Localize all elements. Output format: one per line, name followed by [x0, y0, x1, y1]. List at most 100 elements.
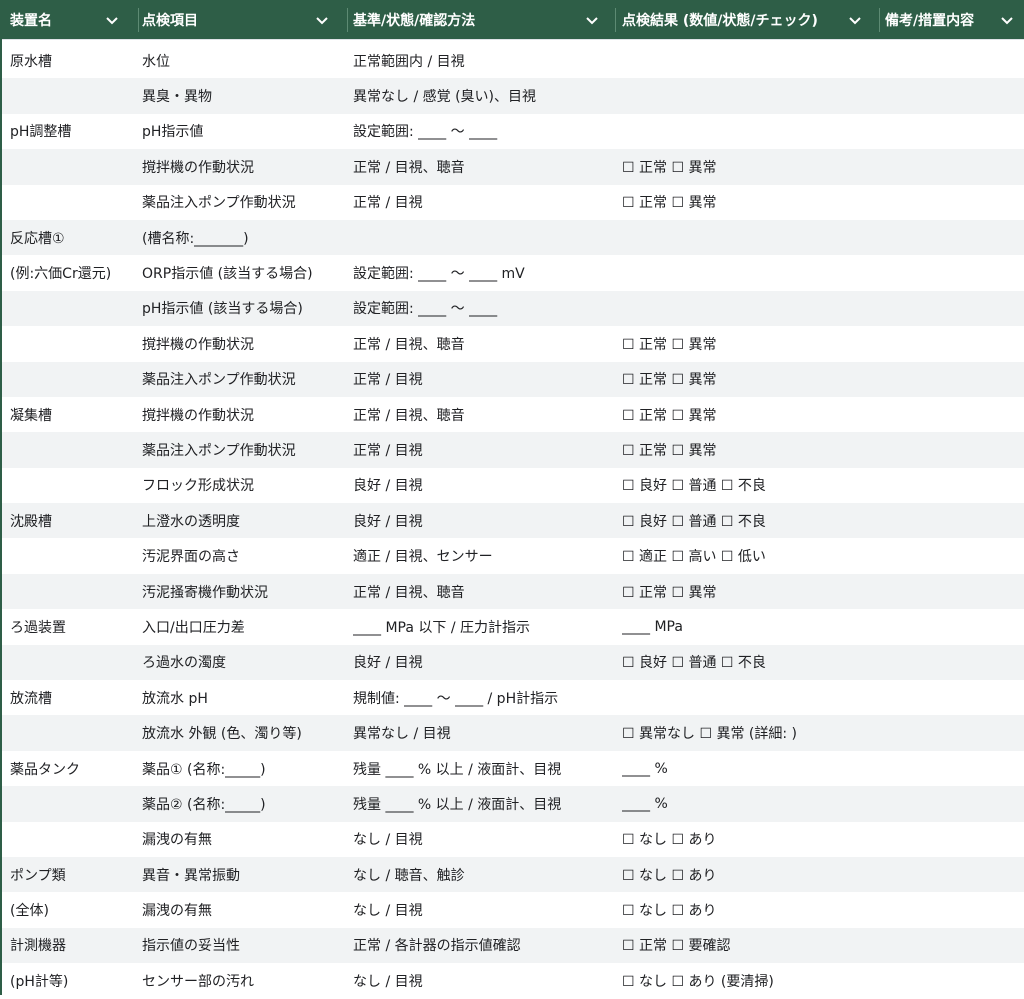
- criteria-cell[interactable]: 異常なし / 感覚 (臭い)、目視: [353, 78, 615, 113]
- column-header-notes[interactable]: 備考/措置内容: [885, 0, 1024, 40]
- inspection-item-cell[interactable]: 漏洩の有無: [142, 822, 347, 857]
- inspection-item-cell[interactable]: 異音・異常振動: [142, 857, 347, 892]
- criteria-cell[interactable]: 残量 ____ % 以上 / 液面計、目視: [353, 751, 615, 786]
- inspection-item-cell[interactable]: 薬品注入ポンプ作動状況: [142, 185, 347, 220]
- chevron-down-icon[interactable]: [999, 12, 1015, 28]
- inspection-item-cell[interactable]: 放流水 pH: [142, 680, 347, 715]
- device-name-cell[interactable]: [10, 538, 135, 573]
- criteria-cell[interactable]: 設定範囲: ____ 〜 ____ mV: [353, 255, 615, 290]
- notes-cell[interactable]: [885, 432, 1024, 467]
- inspection-item-cell[interactable]: 放流水 外観 (色、濁り等): [142, 715, 347, 750]
- result-cell[interactable]: ☐ なし ☐ あり: [622, 857, 874, 892]
- column-divider[interactable]: [138, 8, 139, 32]
- device-name-cell[interactable]: pH調整槽: [10, 114, 135, 149]
- criteria-cell[interactable]: 良好 / 目視: [353, 645, 615, 680]
- notes-cell[interactable]: [885, 362, 1024, 397]
- device-name-cell[interactable]: ポンプ類: [10, 857, 135, 892]
- column-divider[interactable]: [879, 8, 880, 32]
- notes-cell[interactable]: [885, 291, 1024, 326]
- result-cell[interactable]: ☐ なし ☐ あり: [622, 892, 874, 927]
- criteria-cell[interactable]: 適正 / 目視、センサー: [353, 538, 615, 573]
- criteria-cell[interactable]: 規制値: ____ 〜 ____ / pH計指示: [353, 680, 615, 715]
- device-name-cell[interactable]: [10, 715, 135, 750]
- device-name-cell[interactable]: [10, 185, 135, 220]
- notes-cell[interactable]: [885, 751, 1024, 786]
- chevron-down-icon[interactable]: [847, 12, 863, 28]
- device-name-cell[interactable]: ろ過装置: [10, 609, 135, 644]
- criteria-cell[interactable]: なし / 目視: [353, 963, 615, 998]
- notes-cell[interactable]: [885, 78, 1024, 113]
- column-header-device[interactable]: 装置名: [10, 0, 138, 40]
- notes-cell[interactable]: [885, 680, 1024, 715]
- result-cell[interactable]: ☐ 正常 ☐ 異常: [622, 149, 874, 184]
- result-cell[interactable]: [622, 78, 874, 113]
- inspection-item-cell[interactable]: 水位: [142, 43, 347, 78]
- notes-cell[interactable]: [885, 468, 1024, 503]
- result-cell[interactable]: ☐ 正常 ☐ 要確認: [622, 928, 874, 963]
- result-cell[interactable]: [622, 291, 874, 326]
- notes-cell[interactable]: [885, 609, 1024, 644]
- criteria-cell[interactable]: 良好 / 目視: [353, 503, 615, 538]
- criteria-cell[interactable]: ____ MPa 以下 / 圧力計指示: [353, 609, 615, 644]
- inspection-item-cell[interactable]: 異臭・異物: [142, 78, 347, 113]
- result-cell[interactable]: ☐ 正常 ☐ 異常: [622, 574, 874, 609]
- device-name-cell[interactable]: [10, 362, 135, 397]
- criteria-cell[interactable]: 残量 ____ % 以上 / 液面計、目視: [353, 786, 615, 821]
- notes-cell[interactable]: [885, 538, 1024, 573]
- device-name-cell[interactable]: [10, 326, 135, 361]
- inspection-item-cell[interactable]: 汚泥掻寄機作動状況: [142, 574, 347, 609]
- device-name-cell[interactable]: 凝集槽: [10, 397, 135, 432]
- result-cell[interactable]: ☐ 適正 ☐ 高い ☐ 低い: [622, 538, 874, 573]
- inspection-item-cell[interactable]: フロック形成状況: [142, 468, 347, 503]
- inspection-item-cell[interactable]: ORP指示値 (該当する場合): [142, 255, 347, 290]
- criteria-cell[interactable]: [353, 220, 615, 255]
- chevron-down-icon[interactable]: [584, 12, 600, 28]
- criteria-cell[interactable]: 正常 / 目視: [353, 185, 615, 220]
- chevron-down-icon[interactable]: [104, 12, 120, 28]
- device-name-cell[interactable]: [10, 291, 135, 326]
- inspection-item-cell[interactable]: pH指示値: [142, 114, 347, 149]
- inspection-item-cell[interactable]: 撹拌機の作動状況: [142, 326, 347, 361]
- result-cell[interactable]: [622, 220, 874, 255]
- result-cell[interactable]: ☐ 正常 ☐ 異常: [622, 432, 874, 467]
- criteria-cell[interactable]: 正常 / 目視: [353, 432, 615, 467]
- device-name-cell[interactable]: 沈殿槽: [10, 503, 135, 538]
- column-divider[interactable]: [615, 8, 616, 32]
- result-cell[interactable]: ____ %: [622, 786, 874, 821]
- inspection-item-cell[interactable]: 薬品注入ポンプ作動状況: [142, 432, 347, 467]
- notes-cell[interactable]: [885, 645, 1024, 680]
- notes-cell[interactable]: [885, 786, 1024, 821]
- notes-cell[interactable]: [885, 503, 1024, 538]
- criteria-cell[interactable]: 正常 / 目視: [353, 362, 615, 397]
- column-header-result[interactable]: 点検結果 (数値/状態/チェック): [622, 0, 880, 40]
- notes-cell[interactable]: [885, 43, 1024, 78]
- result-cell[interactable]: ☐ 正常 ☐ 異常: [622, 397, 874, 432]
- result-cell[interactable]: ____ MPa: [622, 609, 874, 644]
- criteria-cell[interactable]: なし / 目視: [353, 822, 615, 857]
- notes-cell[interactable]: [885, 149, 1024, 184]
- notes-cell[interactable]: [885, 397, 1024, 432]
- device-name-cell[interactable]: [10, 786, 135, 821]
- criteria-cell[interactable]: 正常 / 各計器の指示値確認: [353, 928, 615, 963]
- result-cell[interactable]: ____ %: [622, 751, 874, 786]
- column-divider[interactable]: [347, 8, 348, 32]
- inspection-item-cell[interactable]: ろ過水の濁度: [142, 645, 347, 680]
- result-cell[interactable]: [622, 114, 874, 149]
- result-cell[interactable]: [622, 680, 874, 715]
- result-cell[interactable]: ☐ 良好 ☐ 普通 ☐ 不良: [622, 468, 874, 503]
- notes-cell[interactable]: [885, 326, 1024, 361]
- device-name-cell[interactable]: (例:六価Cr還元): [10, 255, 135, 290]
- inspection-item-cell[interactable]: pH指示値 (該当する場合): [142, 291, 347, 326]
- inspection-item-cell[interactable]: 薬品② (名称:_____): [142, 786, 347, 821]
- criteria-cell[interactable]: なし / 目視: [353, 892, 615, 927]
- criteria-cell[interactable]: 正常 / 目視、聴音: [353, 397, 615, 432]
- device-name-cell[interactable]: (全体): [10, 892, 135, 927]
- chevron-down-icon[interactable]: [314, 12, 330, 28]
- notes-cell[interactable]: [885, 715, 1024, 750]
- inspection-item-cell[interactable]: 入口/出口圧力差: [142, 609, 347, 644]
- inspection-item-cell[interactable]: 撹拌機の作動状況: [142, 149, 347, 184]
- notes-cell[interactable]: [885, 857, 1024, 892]
- notes-cell[interactable]: [885, 574, 1024, 609]
- device-name-cell[interactable]: [10, 149, 135, 184]
- inspection-item-cell[interactable]: 薬品① (名称:_____): [142, 751, 347, 786]
